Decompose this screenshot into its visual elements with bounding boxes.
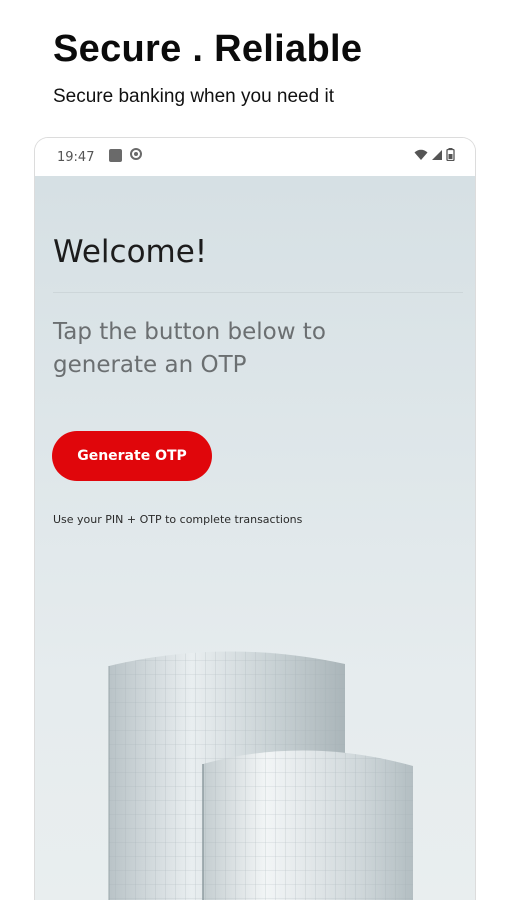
- generate-otp-button[interactable]: Generate OTP: [52, 431, 212, 481]
- hint-text: Use your PIN + OTP to complete transacti…: [53, 513, 303, 526]
- promo-headline: Secure . Reliable: [53, 28, 363, 70]
- wifi-icon: [414, 149, 428, 160]
- status-bar: 19:47: [35, 138, 475, 176]
- promo-subheadline: Secure banking when you need it: [53, 86, 334, 107]
- app-screen: Welcome! Tap the button below to generat…: [35, 176, 475, 900]
- app-notification-icon: [109, 149, 122, 162]
- status-icons: [414, 148, 455, 161]
- app-store-screenshot: Secure . Reliable Secure banking when yo…: [0, 0, 506, 900]
- battery-icon: [446, 148, 455, 161]
- welcome-title: Welcome!: [53, 234, 208, 270]
- sync-icon: [130, 148, 142, 160]
- phone-frame: 19:47 Welcome! Tap the button below to g…: [34, 137, 476, 900]
- divider: [53, 292, 463, 293]
- status-time: 19:47: [57, 150, 95, 165]
- signal-icon: [432, 149, 442, 160]
- buildings-image: [108, 651, 413, 900]
- instruction-text: Tap the button below to generate an OTP: [53, 319, 326, 378]
